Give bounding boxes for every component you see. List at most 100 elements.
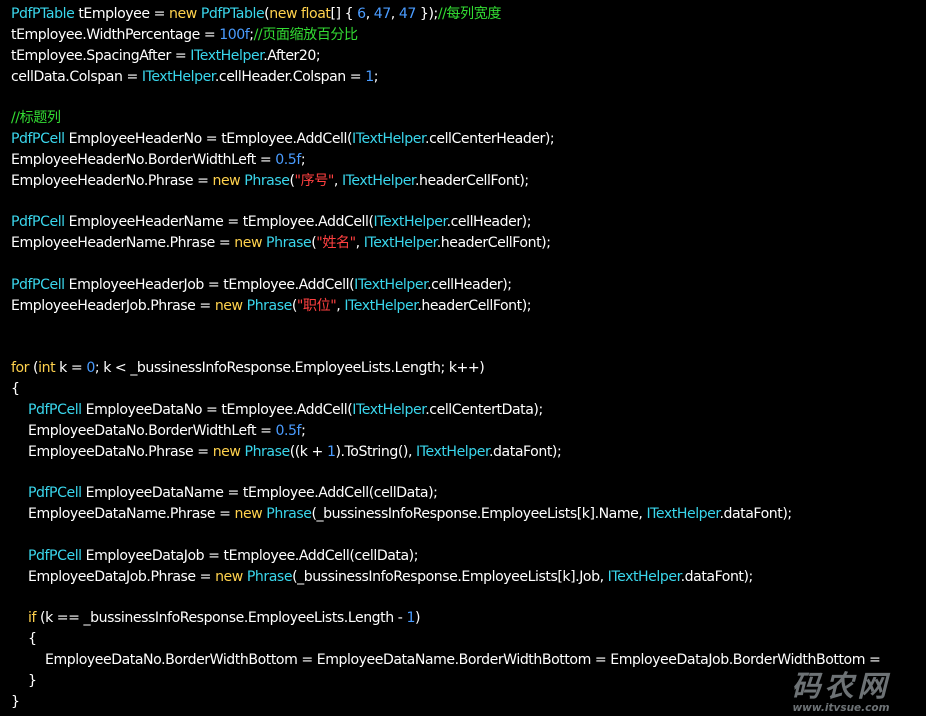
code-token-keyword: new	[215, 568, 243, 585]
code-token-text: });	[415, 6, 438, 22]
code-line: tEmployee.SpacingAfter = ITextHelper.Aft…	[11, 46, 926, 67]
code-token-type: PdfPCell	[11, 131, 65, 148]
code-line: PdfPCell EmployeeDataNo = tEmployee.AddC…	[11, 400, 926, 421]
code-token-number: 1	[406, 610, 415, 627]
code-token-text: EmployeeHeaderNo = tEmployee.AddCell(	[64, 131, 353, 148]
code-token-keyword: new	[234, 506, 263, 523]
code-token-text: EmployeeDataNo.BorderWidthLeft =	[28, 422, 276, 439]
code-token-text: ,	[355, 235, 364, 252]
code-line: //标题列	[11, 108, 926, 129]
code-token-text: tEmployee.SpacingAfter =	[11, 47, 191, 64]
code-token-text: .cellCentertData);	[425, 402, 543, 419]
code-line: EmployeeHeaderJob.Phrase = new Phrase("职…	[11, 296, 926, 317]
watermark-url: www.itvsue.com	[792, 702, 890, 714]
code-token-text: )	[414, 610, 421, 627]
code-token-text: (	[29, 360, 39, 377]
code-token-keyword: float	[301, 6, 331, 22]
code-token-text: .cellHeader);	[446, 214, 532, 231]
code-token-text: EmployeeDataNo.Phrase =	[28, 443, 213, 460]
code-token-type: ITextHelper	[416, 443, 490, 460]
code-token-text: {	[28, 631, 37, 648]
code-token-text: .dataFont);	[680, 568, 754, 585]
code-token-type: ITextHelper	[646, 506, 720, 523]
code-token-comment: //页面缩放百分比	[253, 26, 359, 43]
code-token-text: .dataFont);	[489, 443, 562, 460]
code-token-type: ITextHelper	[363, 235, 437, 252]
code-token-text: ,	[390, 6, 399, 22]
code-token-text: ,	[333, 172, 342, 189]
code-token-text: .cellHeader);	[427, 276, 512, 293]
code-token-text: EmployeeDataNo.BorderWidthBottom = Emplo…	[45, 652, 885, 669]
code-token-keyword: new	[214, 297, 243, 314]
code-line: EmployeeDataNo.BorderWidthLeft = 0.5f;	[11, 421, 926, 442]
code-token-text: EmployeeHeaderNo.BorderWidthLeft =	[11, 151, 276, 168]
code-token-comment: //标题列	[11, 110, 61, 127]
code-line: EmployeeHeaderNo.BorderWidthLeft = 0.5f;	[11, 150, 926, 171]
code-token-type: ITextHelper	[607, 568, 681, 585]
code-token-number: 100f	[219, 26, 250, 43]
code-token-text: ).ToString(),	[335, 443, 417, 460]
code-token-text: [] {	[330, 6, 358, 22]
code-token-type: ITextHelper	[352, 131, 426, 148]
code-line: PdfPCell EmployeeHeaderNo = tEmployee.Ad…	[11, 129, 926, 150]
code-token-type: ITextHelper	[344, 297, 418, 314]
code-token-text: EmployeeHeaderNo.Phrase =	[11, 172, 213, 189]
code-token-text: tEmployee =	[74, 6, 170, 22]
code-token-keyword: if	[28, 610, 36, 627]
code-line: EmployeeDataJob.Phrase = new Phrase(_bus…	[11, 567, 926, 588]
code-token-type: Phrase	[244, 443, 291, 460]
code-token-text: EmployeeDataName = tEmployee.AddCell(cel…	[81, 485, 438, 502]
code-line: PdfPCell EmployeeDataName = tEmployee.Ad…	[11, 483, 926, 504]
code-token-text: EmployeeDataNo = tEmployee.AddCell(	[81, 402, 353, 419]
code-token-type: PdfPTable	[11, 6, 75, 22]
code-token-type: PdfPCell	[11, 276, 65, 293]
code-token-text: .headerCellFont);	[414, 172, 529, 189]
code-line: PdfPCell EmployeeDataJob = tEmployee.Add…	[11, 546, 926, 567]
code-token-type: PdfPTable	[200, 6, 265, 22]
code-token-number: 1	[365, 68, 374, 85]
code-token-string: "职位"	[296, 297, 337, 314]
code-token-text: EmployeeHeaderJob = tEmployee.AddCell(	[64, 276, 355, 293]
code-token-text: k =	[55, 360, 87, 377]
code-line: EmployeeDataNo.Phrase = new Phrase((k + …	[11, 442, 926, 463]
code-line: cellData.Colspan = ITextHelper.cellHeade…	[11, 67, 926, 88]
code-line: EmployeeDataName.Phrase = new Phrase(_bu…	[11, 504, 926, 525]
code-token-text: (_bussinessInfoResponse.EmployeeLists[k]…	[311, 506, 647, 523]
code-token-keyword: int	[38, 360, 56, 377]
code-token-text: .After20;	[263, 47, 321, 64]
code-token-number: 0	[86, 360, 95, 377]
code-token-text: .cellCenterHeader);	[425, 131, 555, 148]
code-token-text: tEmployee.WidthPercentage =	[11, 26, 220, 43]
code-token-keyword: new	[212, 443, 241, 460]
code-line: EmployeeHeaderName.Phrase = new Phrase("…	[11, 233, 926, 254]
code-line: if (k == _bussinessInfoResponse.Employee…	[11, 608, 926, 629]
code-token-type: Phrase	[246, 568, 293, 585]
code-editor[interactable]: PdfPTable tEmployee = new PdfPTable(new …	[11, 4, 926, 713]
code-token-text: }	[11, 693, 20, 710]
code-line: EmployeeHeaderNo.Phrase = new Phrase("序号…	[11, 171, 926, 192]
code-token-string: "姓名"	[316, 235, 356, 252]
code-token-text: ;	[301, 422, 306, 439]
code-token-type: ITextHelper	[341, 172, 415, 189]
code-token-text: EmployeeDataJob = tEmployee.AddCell(cell…	[81, 547, 419, 564]
code-token-text: EmployeeDataName.Phrase =	[28, 506, 235, 523]
code-token-text: EmployeeHeaderName.Phrase =	[11, 235, 235, 252]
code-token-number: 0.5f	[275, 422, 302, 439]
code-line: tEmployee.WidthPercentage = 100f;//页面缩放百…	[11, 25, 926, 46]
code-token-text: .headerCellFont);	[436, 235, 551, 252]
code-token-type: PdfPCell	[28, 402, 82, 419]
code-token-keyword: new	[269, 6, 298, 22]
code-line: PdfPTable tEmployee = new PdfPTable(new …	[11, 4, 926, 25]
code-token-text: .headerCellFont);	[417, 297, 532, 314]
code-token-number: 47	[398, 6, 416, 22]
code-token-keyword: new	[234, 235, 263, 252]
code-token-number: 47	[373, 6, 391, 22]
code-token-type: ITextHelper	[352, 402, 426, 419]
